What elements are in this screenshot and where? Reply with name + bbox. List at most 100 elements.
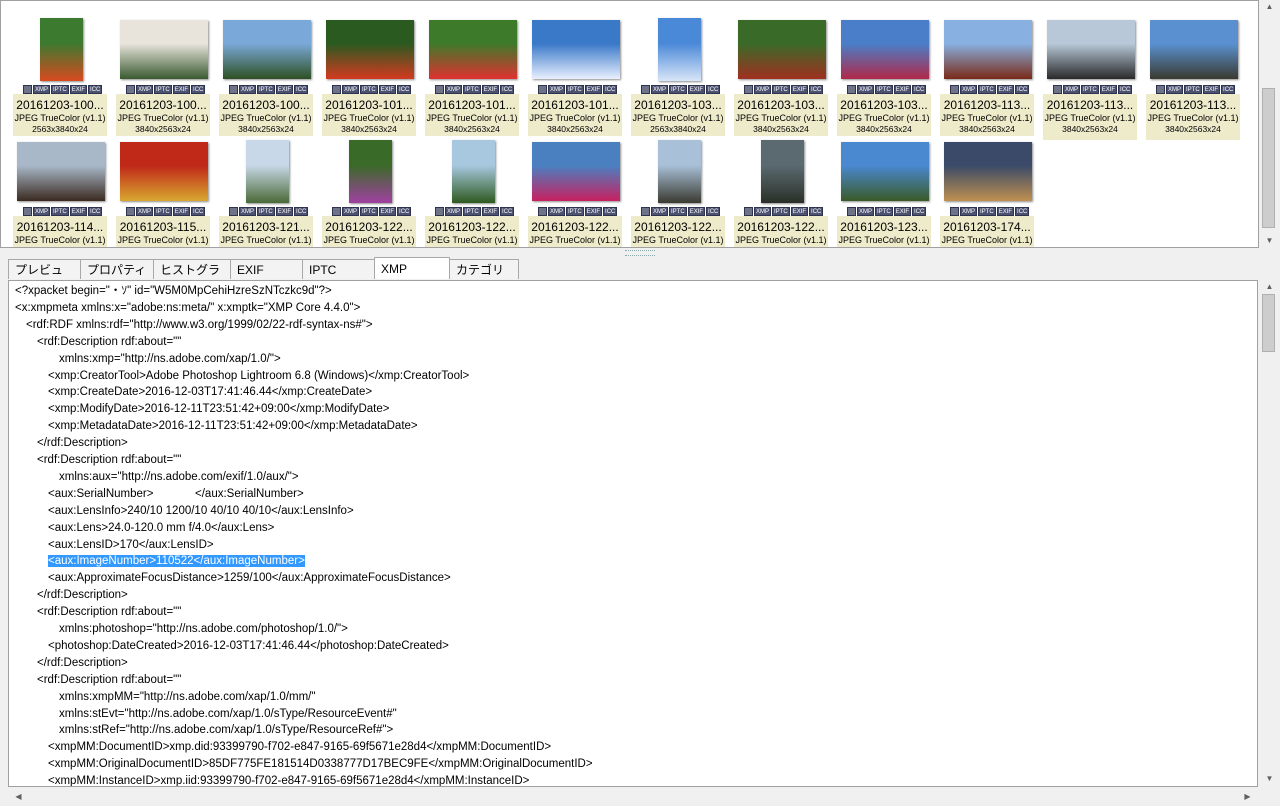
file-icon bbox=[332, 207, 341, 216]
thumbnail-item[interactable]: XMP IPTC EXIF ICC 20161203-122... JPEG TrueCo… bbox=[631, 136, 725, 247]
metadata-badge: IPTC bbox=[566, 85, 584, 94]
thumbnail-filename: 20161203-113... bbox=[1149, 98, 1237, 112]
scrollbar-thumb[interactable] bbox=[1262, 294, 1275, 352]
thumbnail-item[interactable]: XMP IPTC EXIF ICC 20161203-122... JPEG TrueCo… bbox=[734, 136, 828, 247]
thumbnail-item[interactable]: XMP IPTC EXIF ICC 20161203-113... JPEG TrueCo… bbox=[1043, 14, 1137, 140]
metadata-badge: IPTC bbox=[669, 85, 687, 94]
thumbnail-image bbox=[1150, 20, 1238, 79]
thumbnail-item[interactable]: XMP IPTC EXIF ICC 20161203-114... JPEG TrueCo… bbox=[13, 136, 107, 247]
scroll-down-icon[interactable]: ▼ bbox=[1259, 236, 1280, 245]
metadata-badge: EXIF bbox=[790, 207, 809, 216]
xmp-line[interactable]: xmlns:stRef="http://ns.adobe.com/xap/1.0… bbox=[59, 722, 393, 739]
tab-xmp[interactable]: XMP bbox=[374, 257, 450, 279]
metadata-badge: IPTC bbox=[978, 85, 996, 94]
scroll-down-icon[interactable]: ▼ bbox=[1259, 774, 1280, 783]
thumbnail-image bbox=[944, 142, 1032, 201]
metadata-badge: ICC bbox=[912, 207, 927, 216]
metadata-badge: ICC bbox=[1015, 207, 1030, 216]
xmp-horizontal-scrollbar[interactable]: ◀ ▶ bbox=[8, 789, 1258, 806]
scroll-up-icon[interactable]: ▲ bbox=[1259, 282, 1280, 291]
xmp-line[interactable]: <photoshop:DateCreated>2016-12-03T17:41:… bbox=[48, 638, 449, 655]
metadata-badge: ICC bbox=[706, 207, 721, 216]
xmp-line[interactable]: <aux:LensID>170</aux:LensID> bbox=[48, 537, 214, 554]
xmp-text-view[interactable]: <?xpacket begin="・ｿ" id="W5M0MpCehiHzreS… bbox=[8, 280, 1258, 787]
tab-カテゴリ[interactable]: カテゴリ bbox=[449, 259, 519, 279]
thumbnail-item[interactable]: XMP IPTC EXIF ICC 20161203-122... JPEG TrueCo… bbox=[322, 136, 416, 247]
thumbnail-format: JPEG TrueColor (v1.1) bbox=[632, 235, 724, 245]
thumbnail-filename: 20161203-114... bbox=[16, 220, 104, 234]
thumbnail-item[interactable]: XMP IPTC EXIF ICC 20161203-103... JPEG TrueCo… bbox=[734, 14, 828, 140]
xmp-line[interactable]: <rdf:Description rdf:about="" bbox=[37, 672, 181, 689]
tab-プレビュー[interactable]: プレビュー bbox=[8, 259, 81, 297]
thumbnail-format: JPEG TrueColor (v1.1) bbox=[838, 113, 930, 123]
xmp-line[interactable]: <aux:SerialNumber> </aux:SerialNumber> bbox=[48, 486, 304, 503]
thumbnail-dimensions: 3840x2563x24 bbox=[135, 124, 191, 134]
pane-splitter[interactable] bbox=[0, 248, 1280, 256]
xmp-line[interactable]: <xmpMM:OriginalDocumentID>85DF775FE18151… bbox=[48, 756, 593, 773]
scroll-left-icon[interactable]: ◀ bbox=[8, 792, 29, 801]
xmp-line[interactable]: <?xpacket begin="・ｿ" id="W5M0MpCehiHzreS… bbox=[15, 283, 332, 300]
xmp-line[interactable]: xmlns:xmpMM="http://ns.adobe.com/xap/1.0… bbox=[59, 689, 315, 706]
thumbnail-item[interactable]: XMP IPTC EXIF ICC 20161203-115... JPEG TrueCo… bbox=[116, 136, 210, 247]
file-icon bbox=[1053, 85, 1062, 94]
thumbnail-format: JPEG TrueColor (v1.1) bbox=[838, 235, 930, 245]
xmp-line[interactable]: xmlns:photoshop="http://ns.adobe.com/pho… bbox=[59, 621, 348, 638]
metadata-badge: XMP bbox=[33, 85, 51, 94]
xmp-line[interactable]: <aux:LensInfo>240/10 1200/10 40/10 40/10… bbox=[48, 503, 354, 520]
thumbnail-item[interactable]: XMP IPTC EXIF ICC 20161203-174... JPEG TrueCo… bbox=[940, 136, 1034, 247]
thumbnail-filename: 20161203-122... bbox=[634, 220, 722, 234]
xmp-line[interactable]: </rdf:Description> bbox=[37, 435, 128, 452]
scroll-right-icon[interactable]: ▶ bbox=[1237, 792, 1258, 801]
xmp-line[interactable]: <rdf:Description rdf:about="" bbox=[37, 334, 181, 351]
metadata-badge: IPTC bbox=[257, 85, 275, 94]
tab-iptc[interactable]: IPTC bbox=[302, 259, 375, 279]
thumbnail-item[interactable]: XMP IPTC EXIF ICC 20161203-122... JPEG TrueCo… bbox=[528, 136, 622, 247]
thumbnail-item[interactable]: XMP IPTC EXIF ICC 20161203-101... JPEG TrueCo… bbox=[425, 14, 519, 140]
xmp-line[interactable]: <x:xmpmeta xmlns:x="adobe:ns:meta/" x:xm… bbox=[15, 300, 360, 317]
xmp-line[interactable]: <rdf:Description rdf:about="" bbox=[37, 604, 181, 621]
scrollbar-thumb[interactable] bbox=[1262, 88, 1275, 228]
thumbnail-item[interactable]: XMP IPTC EXIF ICC 20161203-121... JPEG TrueCo… bbox=[219, 136, 313, 247]
scroll-up-icon[interactable]: ▲ bbox=[1259, 2, 1280, 11]
splitter-grip-icon[interactable] bbox=[625, 250, 655, 256]
thumbnail-filename: 20161203-100... bbox=[222, 98, 310, 112]
thumbnail-format: JPEG TrueColor (v1.1) bbox=[426, 113, 518, 123]
xmp-line[interactable]: <rdf:Description rdf:about="" bbox=[37, 452, 181, 469]
thumbnail-item[interactable]: XMP IPTC EXIF ICC 20161203-103... JPEG TrueCo… bbox=[837, 14, 931, 140]
xmp-line[interactable]: <xmp:CreateDate>2016-12-03T17:41:46.44</… bbox=[48, 384, 372, 401]
xmp-line[interactable]: <xmp:CreatorTool>Adobe Photoshop Lightro… bbox=[48, 368, 469, 385]
xmp-line[interactable]: <xmp:MetadataDate>2016-12-11T23:51:42+09… bbox=[48, 418, 418, 435]
thumbnail-item[interactable]: XMP IPTC EXIF ICC 20161203-101... JPEG TrueCo… bbox=[528, 14, 622, 140]
xmp-line[interactable]: <aux:Lens>24.0-120.0 mm f/4.0</aux:Lens> bbox=[48, 520, 274, 537]
thumbnail-item[interactable]: XMP IPTC EXIF ICC 20161203-123... JPEG TrueCo… bbox=[837, 136, 931, 247]
metadata-badge: EXIF bbox=[378, 85, 397, 94]
xmp-line[interactable]: <xmp:ModifyDate>2016-12-11T23:51:42+09:0… bbox=[48, 401, 389, 418]
xmp-line[interactable]: <xmpMM:DocumentID>xmp.did:93399790-f702-… bbox=[48, 739, 551, 756]
xmp-line[interactable]: xmlns:aux="http://ns.adobe.com/exif/1.0/… bbox=[59, 469, 299, 486]
thumbnail-item[interactable]: XMP IPTC EXIF ICC 20161203-113... JPEG TrueCo… bbox=[1146, 14, 1240, 140]
xmp-line[interactable]: </rdf:Description> bbox=[37, 655, 128, 672]
thumbnail-item[interactable]: XMP IPTC EXIF ICC 20161203-100... JPEG TrueCo… bbox=[116, 14, 210, 140]
thumbnail-item[interactable]: XMP IPTC EXIF ICC 20161203-122... JPEG TrueCo… bbox=[425, 136, 519, 247]
xmp-line[interactable]: <xmpMM:InstanceID>xmp.iid:93399790-f702-… bbox=[48, 773, 529, 786]
tab-プロパティ[interactable]: プロパティ bbox=[80, 259, 154, 279]
xmp-line[interactable]: <aux:ApproximateFocusDistance>1259/100</… bbox=[48, 570, 451, 587]
metadata-badge: XMP bbox=[857, 85, 875, 94]
thumbnail-filename: 20161203-100... bbox=[16, 98, 104, 112]
xmp-line[interactable]: xmlns:stEvt="http://ns.adobe.com/xap/1.0… bbox=[59, 706, 397, 723]
metadata-badge: XMP bbox=[342, 85, 360, 94]
thumbnail-item[interactable]: XMP IPTC EXIF ICC 20161203-100... JPEG TrueCo… bbox=[13, 14, 107, 140]
thumbnail-item[interactable]: XMP IPTC EXIF ICC 20161203-100... JPEG TrueCo… bbox=[219, 14, 313, 140]
xmp-scrollbar[interactable]: ▲ ▼ bbox=[1259, 280, 1280, 787]
xmp-line[interactable]: <rdf:RDF xmlns:rdf="http://www.w3.org/19… bbox=[26, 317, 373, 334]
thumbnail-scrollbar[interactable]: ▲ ▼ bbox=[1259, 0, 1280, 248]
thumbnail-item[interactable]: XMP IPTC EXIF ICC 20161203-103... JPEG TrueCo… bbox=[631, 14, 725, 140]
thumbnail-item[interactable]: XMP IPTC EXIF ICC 20161203-101... JPEG TrueCo… bbox=[322, 14, 416, 140]
file-icon bbox=[538, 207, 547, 216]
tab-exif[interactable]: EXIF bbox=[230, 259, 303, 279]
xmp-line[interactable]: xmlns:xmp="http://ns.adobe.com/xap/1.0/"… bbox=[59, 351, 281, 368]
thumbnail-item[interactable]: XMP IPTC EXIF ICC 20161203-113... JPEG TrueCo… bbox=[940, 14, 1034, 140]
tab-ヒストグラム[interactable]: ヒストグラム bbox=[153, 259, 231, 297]
xmp-line[interactable]: </rdf:Description> bbox=[37, 587, 128, 604]
xmp-line-selected[interactable]: <aux:ImageNumber>110522</aux:ImageNumber… bbox=[48, 553, 305, 570]
